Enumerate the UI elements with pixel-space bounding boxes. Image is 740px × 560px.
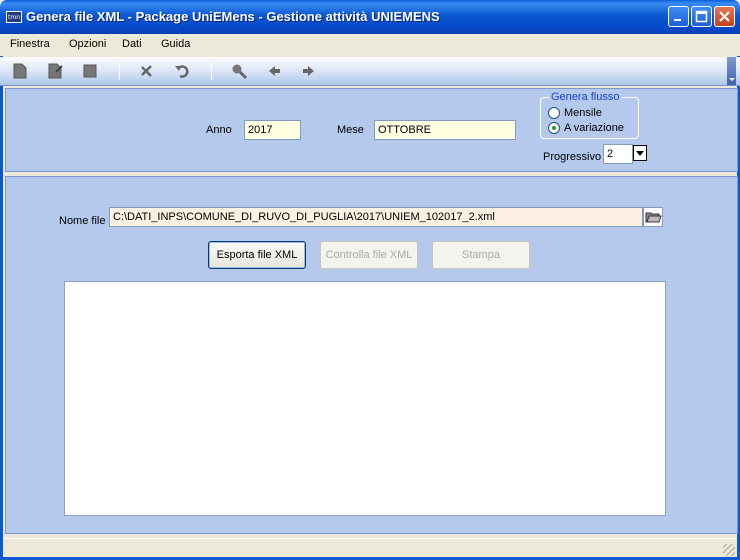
- browse-folder-button[interactable]: [643, 207, 663, 227]
- esporta-file-xml-button[interactable]: Esporta file XML: [208, 241, 306, 269]
- anno-label: Anno: [206, 124, 232, 136]
- arrow-left-icon[interactable]: [266, 63, 282, 79]
- toolbar-separator: [119, 62, 120, 80]
- stop-icon[interactable]: [82, 63, 98, 79]
- toolbar-overflow-button[interactable]: [727, 57, 736, 85]
- controlla-file-xml-button[interactable]: Controlla file XML: [320, 241, 418, 269]
- arrow-right-icon[interactable]: [301, 63, 317, 79]
- undo-icon[interactable]: [174, 63, 190, 79]
- menu-opzioni[interactable]: Opzioni: [69, 38, 106, 50]
- folder-open-icon: [645, 212, 662, 223]
- genera-flusso-title: Genera flusso: [549, 91, 622, 103]
- maximize-icon: [695, 10, 708, 23]
- nome-file-label: Nome file: [59, 215, 106, 227]
- new-icon[interactable]: [12, 63, 28, 79]
- window-title: Genera file XML - Package UniEMens - Ges…: [26, 9, 440, 24]
- title-bar[interactable]: tmn Genera file XML - Package UniEMens -…: [0, 0, 740, 34]
- resize-grip[interactable]: [723, 544, 735, 556]
- toolbar: [0, 57, 740, 86]
- close-button[interactable]: [714, 6, 735, 27]
- edit-icon[interactable]: [47, 63, 63, 79]
- close-icon: [719, 11, 730, 22]
- menu-dati[interactable]: Dati: [122, 38, 142, 50]
- stampa-button[interactable]: Stampa: [432, 241, 530, 269]
- mensile-label[interactable]: Mensile: [564, 107, 602, 119]
- anno-input[interactable]: 2017: [244, 120, 301, 140]
- delete-icon[interactable]: [139, 63, 155, 79]
- search-icon[interactable]: [231, 63, 247, 79]
- a-variazione-label[interactable]: A variazione: [564, 122, 624, 134]
- minimize-button[interactable]: [668, 6, 689, 27]
- menu-bar: Finestra Opzioni Dati Guida: [0, 34, 740, 56]
- mese-input[interactable]: OTTOBRE: [374, 120, 516, 140]
- window-frame-left: [0, 34, 3, 560]
- app-icon: tmn: [6, 11, 22, 23]
- progressivo-select[interactable]: 2: [603, 144, 633, 164]
- menu-finestra[interactable]: Finestra: [10, 38, 50, 50]
- nome-file-input[interactable]: C:\DATI_INPS\COMUNE_DI_RUVO_DI_PUGLIA\20…: [109, 207, 643, 227]
- log-textarea[interactable]: [64, 281, 666, 516]
- progressivo-label: Progressivo: [543, 151, 602, 163]
- toolbar-separator: [211, 62, 212, 80]
- menu-guida[interactable]: Guida: [161, 38, 190, 50]
- status-bar: [3, 538, 737, 558]
- a-variazione-radio[interactable]: [548, 122, 560, 134]
- chevron-down-icon[interactable]: [633, 145, 647, 161]
- mese-label: Mese: [337, 124, 364, 136]
- mensile-radio[interactable]: [548, 107, 560, 119]
- maximize-button[interactable]: [691, 6, 712, 27]
- minimize-icon: [674, 19, 681, 21]
